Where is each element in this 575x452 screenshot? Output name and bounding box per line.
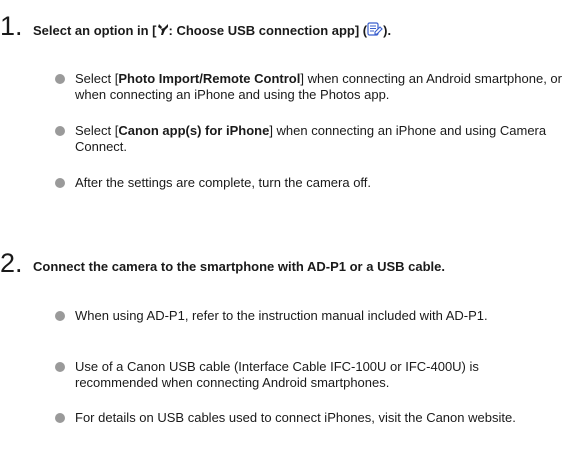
list-item: Use of a Canon USB cable (Interface Cabl… — [55, 359, 565, 391]
step-1-number: 1. — [0, 11, 23, 41]
bullet-text: For details on USB cables used to connec… — [75, 410, 516, 425]
bullet-dot — [55, 413, 65, 423]
bullet-dot — [55, 362, 65, 372]
step-1-title-suffix: ). — [383, 23, 392, 38]
list-item: Select [Photo Import/Remote Control] whe… — [55, 71, 565, 103]
list-item: Select [Canon app(s) for iPhone] when co… — [55, 123, 565, 155]
step-2-title: Connect the camera to the smartphone wit… — [33, 259, 445, 274]
step-1-title: Select an option in [ : Choose USB connec… — [33, 22, 391, 39]
bullet-bold-text: Canon app(s) for iPhone — [118, 123, 270, 138]
page-reference-icon[interactable] — [367, 22, 383, 37]
bullet-dot — [55, 178, 65, 188]
bullet-text: Use of a Canon USB cable (Interface Cabl… — [75, 359, 479, 390]
step-1-title-menu: : Choose USB connection app] ( — [168, 23, 368, 38]
bullet-text: After the settings are complete, turn th… — [75, 175, 372, 190]
wrench-icon — [157, 24, 168, 35]
bullet-dot — [55, 126, 65, 136]
list-item: For details on USB cables used to connec… — [55, 410, 565, 426]
step-1-title-prefix: Select an option in [ — [33, 23, 157, 38]
list-item: After the settings are complete, turn th… — [55, 175, 565, 191]
bullet-text: When using AD-P1, refer to the instructi… — [75, 308, 488, 323]
list-item: When using AD-P1, refer to the instructi… — [55, 308, 565, 324]
bullet-dot — [55, 311, 65, 321]
step-2-number: 2. — [0, 248, 23, 278]
bullet-text: Select [ — [75, 123, 119, 138]
bullet-bold-text: Photo Import/Remote Control — [118, 71, 301, 86]
bullet-text: Select [ — [75, 71, 119, 86]
bullet-dot — [55, 74, 65, 84]
